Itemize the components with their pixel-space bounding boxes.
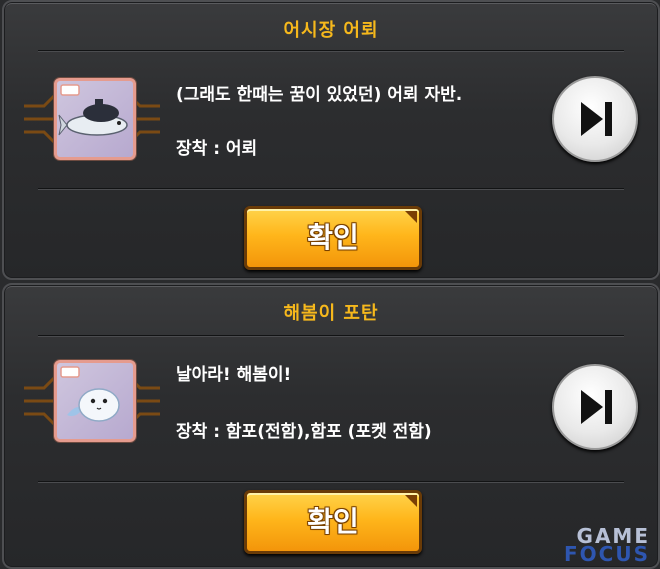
item-dialog-shell: 해봄이 포탄 날아라! 해봄이! 장착 : 함포(전함),함포 (포켓 전함) <box>2 283 660 569</box>
item-equip-info: 장착 : 함포(전함),함포 (포켓 전함) <box>176 422 432 442</box>
item-dialog-torpedo: 어시장 어뢰 (그래도 한때는 꿈이 있었던) 어뢰 자반. 장착 : 어뢰 확… <box>2 0 660 280</box>
skip-forward-icon <box>581 102 612 136</box>
skip-button[interactable] <box>552 76 638 162</box>
skip-button[interactable] <box>552 364 638 450</box>
watermark-logo: GAME FOCUS <box>564 526 650 566</box>
item-equip-info: 장착 : 어뢰 <box>176 139 258 159</box>
item-slot <box>24 76 160 162</box>
divider <box>38 50 624 52</box>
skip-forward-icon <box>581 390 612 424</box>
ghost-shell-icon <box>54 360 136 442</box>
divider <box>38 335 624 337</box>
divider <box>38 188 624 190</box>
item-slot <box>24 358 160 444</box>
divider <box>38 481 624 483</box>
item-description: 날아라! 해봄이! <box>176 365 292 385</box>
torpedo-fish-icon <box>54 78 136 160</box>
confirm-button[interactable]: 확인 <box>244 490 422 554</box>
dialog-title: 해봄이 포탄 <box>283 303 379 324</box>
watermark-line2: FOCUS <box>564 542 650 566</box>
dialog-title: 어시장 어뢰 <box>283 20 379 41</box>
confirm-button[interactable]: 확인 <box>244 206 422 270</box>
item-description: (그래도 한때는 꿈이 있었던) 어뢰 자반. <box>176 85 463 105</box>
